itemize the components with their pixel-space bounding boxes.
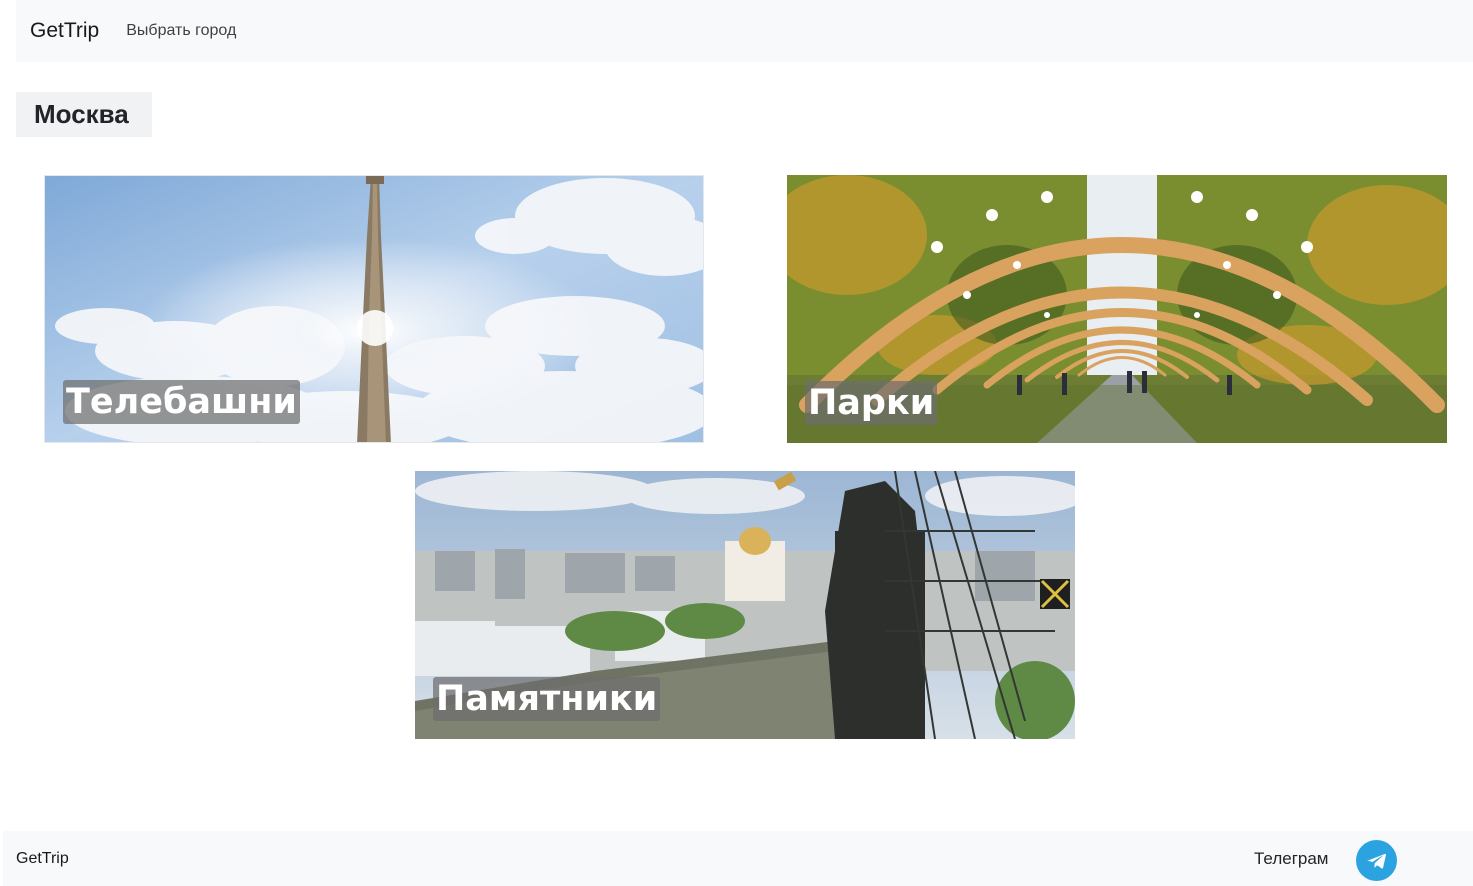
category-card-parks[interactable]: Парки <box>787 175 1447 443</box>
city-select-link[interactable]: Выбрать город <box>126 22 236 40</box>
navbar-brand[interactable]: GetTrip <box>30 19 99 43</box>
category-card-monuments[interactable]: Памятники <box>415 471 1075 739</box>
city-heading: Москва <box>16 92 152 137</box>
navbar: GetTrip Выбрать город <box>16 0 1473 62</box>
category-card-tv-towers[interactable]: Телебашни <box>44 175 704 443</box>
category-label: Телебашни <box>63 380 300 424</box>
category-label: Памятники <box>433 677 661 721</box>
city-name: Москва <box>34 99 129 129</box>
footer: GetTrip Телеграм <box>3 831 1473 886</box>
telegram-link[interactable]: Телеграм <box>1254 849 1329 869</box>
telegram-icon[interactable] <box>1356 840 1397 881</box>
category-label: Парки <box>805 381 938 425</box>
footer-brand: GetTrip <box>16 850 69 867</box>
